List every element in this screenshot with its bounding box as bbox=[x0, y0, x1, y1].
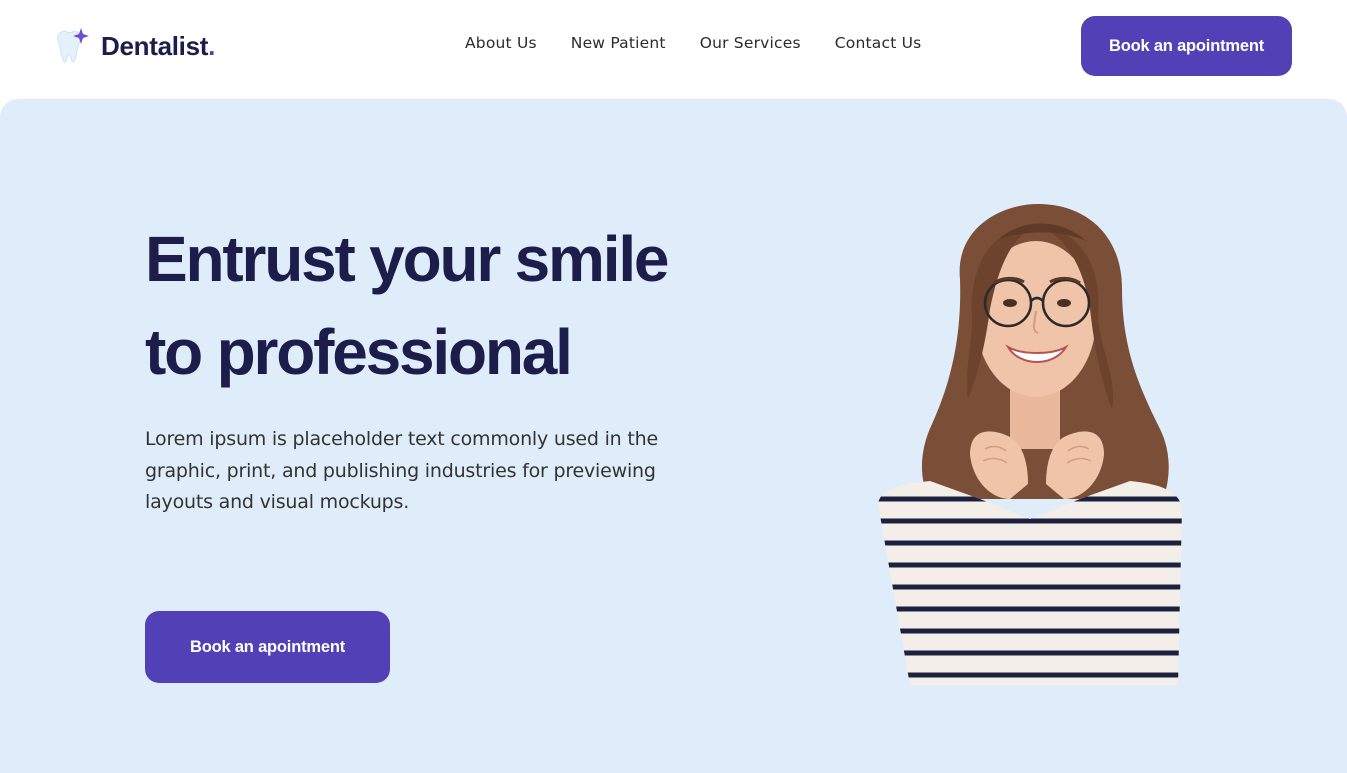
nav-contact-us[interactable]: Contact Us bbox=[835, 34, 922, 52]
hero-description: Lorem ipsum is placeholder text commonly… bbox=[145, 428, 658, 513]
hero-title-line-1: Entrust your smile bbox=[145, 223, 670, 295]
hero-portrait-image bbox=[878, 204, 1182, 685]
hero-section: Entrust your smile to professional Lorem… bbox=[0, 99, 1347, 773]
tooth-sparkle-icon bbox=[54, 26, 91, 66]
hero-title-line-2: to professional bbox=[145, 316, 573, 388]
brand-name: Dentalist. bbox=[101, 30, 216, 61]
hero-book-appointment-button[interactable]: Book an apointment bbox=[145, 611, 390, 683]
brand-logo[interactable]: Dentalist. bbox=[54, 26, 215, 66]
nav-about-us[interactable]: About Us bbox=[465, 34, 537, 52]
nav-our-services[interactable]: Our Services bbox=[700, 34, 801, 52]
header-book-appointment-button[interactable]: Book an apointment bbox=[1081, 16, 1292, 76]
site-header: Dentalist. About Us New Patient Our Serv… bbox=[0, 0, 1347, 98]
main-nav: About Us New Patient Our Services Contac… bbox=[465, 34, 921, 52]
nav-new-patient[interactable]: New Patient bbox=[571, 34, 666, 52]
hero-title: Entrust your smile to professional bbox=[145, 213, 765, 399]
